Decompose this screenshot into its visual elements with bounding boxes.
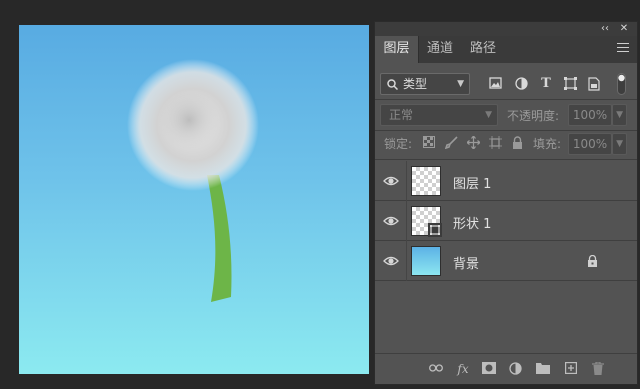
blend-mode-select[interactable]: 正常 ▼ — [380, 104, 498, 126]
chevron-down-icon: ▼ — [616, 110, 623, 120]
new-layer-icon[interactable] — [564, 362, 578, 376]
lock-all-icon[interactable] — [510, 136, 524, 150]
layer-row[interactable]: 背景 — [375, 241, 637, 281]
panel-tabs: 图层 通道 路径 — [375, 36, 637, 63]
fx-layer-style-icon[interactable]: fx — [456, 362, 470, 376]
collapse-panel-icon[interactable]: ‹‹ — [598, 22, 612, 36]
opacity-input[interactable]: 100% — [568, 104, 612, 126]
tab-channels[interactable]: 通道 — [419, 36, 461, 63]
chevron-down-icon: ▼ — [616, 139, 623, 149]
filter-kind-select[interactable]: 类型 ▼ — [380, 73, 470, 95]
dandelion-stem — [207, 175, 232, 302]
panel-title-bar: ‹‹ ✕ — [375, 22, 637, 36]
lock-label: 锁定: — [384, 137, 413, 151]
add-mask-icon[interactable] — [482, 362, 496, 376]
layer-thumbnail — [411, 166, 441, 196]
layer-name[interactable]: 形状 1 — [453, 213, 491, 232]
link-layers-icon[interactable] — [429, 362, 443, 376]
layer-row[interactable]: 图层 1 — [375, 161, 637, 201]
panel-menu-icon[interactable] — [617, 43, 629, 55]
document-canvas[interactable] — [19, 25, 369, 374]
filter-kind-label: 类型 — [403, 77, 428, 91]
layer-name[interactable]: 图层 1 — [453, 173, 491, 192]
filter-type-icon[interactable]: T — [539, 77, 553, 91]
tab-layers[interactable]: 图层 — [375, 36, 419, 63]
filter-toggle-icon[interactable] — [617, 73, 626, 95]
layer-row[interactable]: 形状 1 — [375, 201, 637, 241]
lock-transparent-pixels-icon[interactable] — [422, 136, 436, 150]
lock-artboard-icon[interactable] — [488, 136, 502, 150]
fill-label: 填充: — [533, 137, 562, 151]
tab-paths[interactable]: 路径 — [462, 36, 504, 63]
lock-image-pixels-icon[interactable] — [444, 136, 458, 150]
new-group-folder-icon[interactable] — [536, 362, 550, 376]
filter-shape-icon[interactable] — [563, 77, 577, 91]
layers-panel: ‹‹ ✕ 图层 通道 路径 类型 ▼ T 正常 ▼ 不透明度: 100% ▼ 锁… — [374, 21, 638, 385]
search-icon — [387, 79, 398, 90]
shape-layer-badge-icon — [428, 223, 442, 237]
lock-icon — [588, 255, 597, 267]
visibility-eye-icon[interactable] — [383, 213, 399, 229]
lock-position-icon[interactable] — [466, 135, 480, 150]
visibility-eye-icon[interactable] — [383, 173, 399, 189]
layer-thumbnail — [411, 206, 442, 237]
opacity-dropdown[interactable]: ▼ — [612, 104, 627, 126]
delete-layer-icon[interactable] — [591, 361, 605, 376]
layer-name[interactable]: 背景 — [453, 253, 479, 272]
filter-pixel-icon[interactable] — [488, 77, 502, 91]
fill-dropdown[interactable]: ▼ — [612, 133, 627, 155]
layer-thumbnail — [411, 246, 441, 276]
new-adjustment-layer-icon[interactable] — [509, 362, 523, 376]
visibility-eye-icon[interactable] — [383, 253, 399, 269]
chevron-down-icon: ▼ — [485, 110, 492, 120]
close-panel-icon[interactable]: ✕ — [617, 22, 631, 36]
layers-bottom-toolbar: fx — [375, 353, 637, 384]
opacity-label: 不透明度: — [507, 109, 560, 123]
chevron-down-icon: ▼ — [457, 79, 464, 89]
fill-input[interactable]: 100% — [568, 133, 612, 155]
filter-adjustment-icon[interactable] — [514, 77, 528, 91]
filter-smart-object-icon[interactable] — [587, 77, 601, 91]
canvas-artwork — [127, 59, 259, 302]
blend-mode-value: 正常 — [389, 108, 414, 122]
